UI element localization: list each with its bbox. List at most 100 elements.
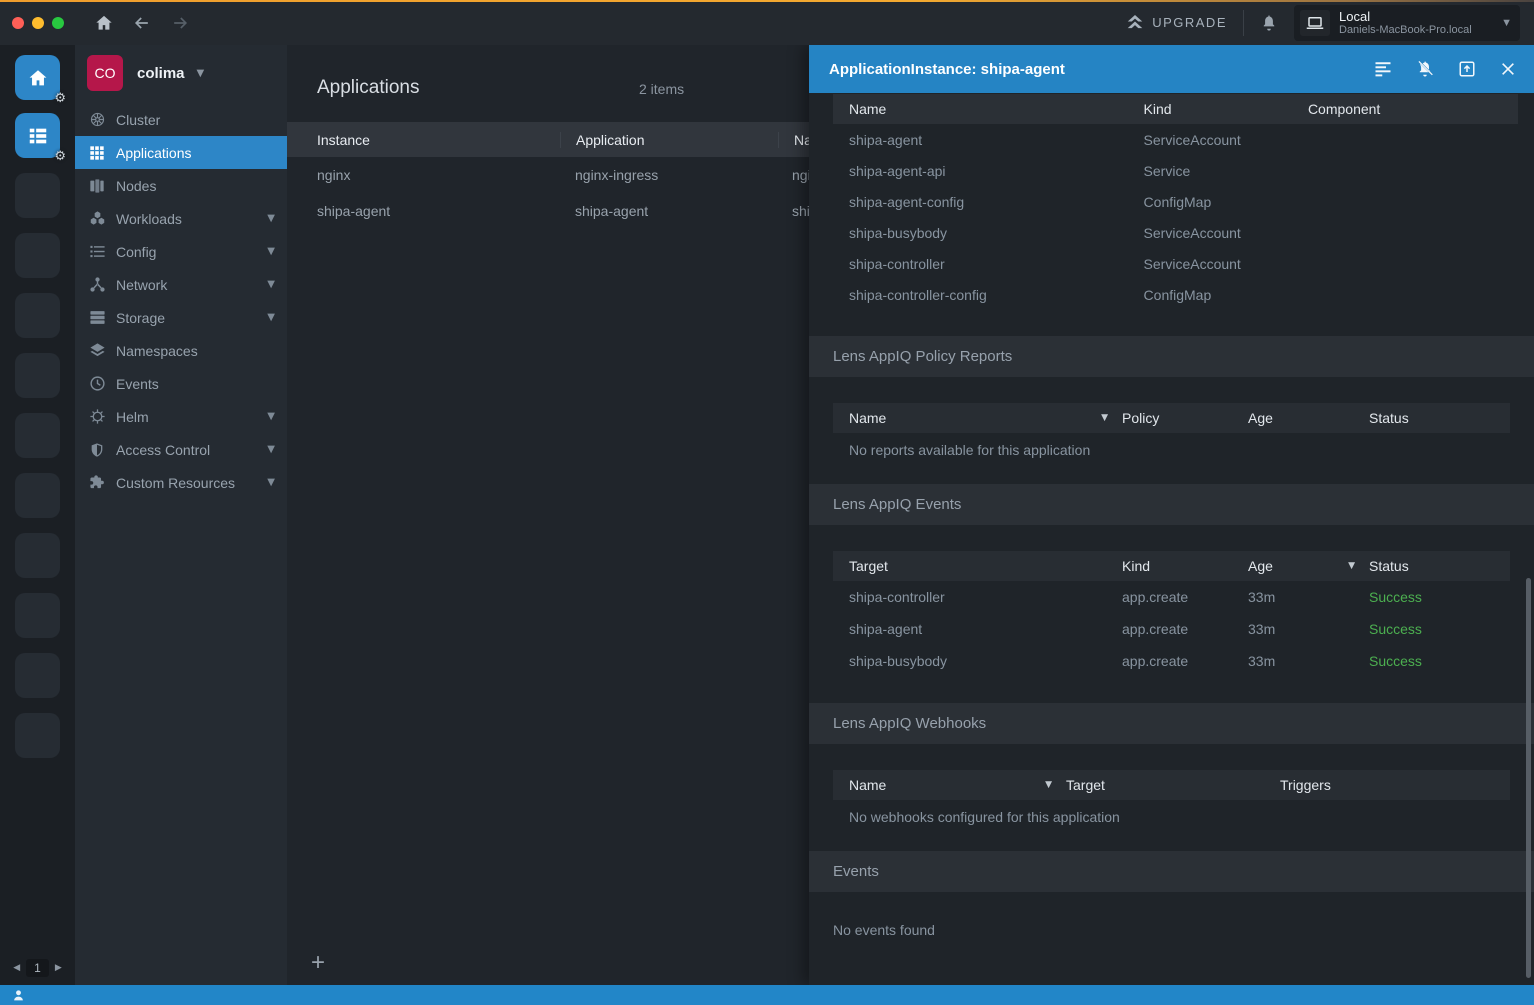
network-icon (88, 276, 106, 294)
table-row[interactable]: shipa-controller-config ConfigMap (833, 279, 1518, 310)
page-prev-icon[interactable]: ◀ (13, 963, 20, 973)
scrollbar-thumb[interactable] (1526, 578, 1531, 978)
cell-instance: nginx (287, 167, 560, 183)
sidebar-item-storage[interactable]: Storage ▼ (75, 301, 287, 334)
cell-name: shipa-agent-api (833, 163, 1144, 179)
sidebar-item-label: Cluster (116, 112, 160, 128)
sidebar-item-custom-resources[interactable]: Custom Resources ▼ (75, 466, 287, 499)
hotbar-empty-slot[interactable] (15, 593, 60, 638)
context-title: Local (1339, 9, 1472, 24)
puzzle-icon (88, 474, 106, 492)
column-name[interactable]: Name ▼ (833, 410, 1122, 426)
chevron-down-icon: ▼ (267, 279, 275, 290)
empty-state: No reports available for this applicatio… (833, 433, 1510, 458)
hotbar-empty-slot[interactable] (15, 473, 60, 518)
page-number: 1 (26, 959, 49, 977)
drawer-header: ApplicationInstance: shipa-agent (809, 45, 1534, 93)
forward-icon[interactable] (170, 13, 190, 33)
column-application[interactable]: Application (560, 132, 778, 148)
cell-application: shipa-agent (560, 203, 777, 219)
close-window-button[interactable] (12, 17, 24, 29)
column-age[interactable]: Age ▼ (1248, 558, 1369, 574)
grid-icon (88, 144, 106, 162)
sidebar-item-namespaces[interactable]: Namespaces (75, 334, 287, 367)
hotbar-item-cluster[interactable]: ⚙ (15, 113, 60, 158)
hotbar-empty-slot[interactable] (15, 233, 60, 278)
column-target[interactable]: Target (833, 558, 1122, 574)
hotbar-empty-slot[interactable] (15, 653, 60, 698)
items-count: 2 items (639, 81, 684, 97)
cell-kind: ServiceAccount (1144, 256, 1308, 272)
resources-table-header: Name Kind Component (833, 94, 1518, 124)
status-badge: Success (1369, 653, 1510, 669)
zoom-window-button[interactable] (52, 17, 64, 29)
sidebar-item-helm[interactable]: Helm ▼ (75, 400, 287, 433)
sidebar-item-nodes[interactable]: Nodes (75, 169, 287, 202)
close-icon[interactable] (1500, 61, 1516, 77)
column-instance[interactable]: Instance (287, 132, 560, 148)
home-icon (27, 67, 49, 89)
user-icon[interactable] (12, 989, 25, 1002)
page-next-icon[interactable]: ▶ (55, 963, 62, 973)
chevron-down-icon: ▼ (267, 312, 275, 323)
table-row[interactable]: shipa-agent-config ConfigMap (833, 186, 1518, 217)
webhooks-table: Name ▼ Target Triggers No webhooks confi… (833, 770, 1510, 825)
sidebar-item-cluster[interactable]: Cluster (75, 103, 287, 136)
sidebar-item-label: Access Control (116, 442, 210, 458)
hotbar-item-catalog[interactable]: ⚙ (15, 55, 60, 100)
hotbar-empty-slot[interactable] (15, 713, 60, 758)
table-row[interactable]: shipa-agent app.create 33m Success (833, 613, 1510, 645)
table-row[interactable]: shipa-busybody app.create 33m Success (833, 645, 1510, 677)
sidebar-item-network[interactable]: Network ▼ (75, 268, 287, 301)
catalog-context-selector[interactable]: Local Daniels-MacBook-Pro.local ▼ (1294, 5, 1520, 41)
nodes-icon (88, 177, 106, 195)
open-in-window-icon[interactable] (1458, 60, 1476, 78)
table-row[interactable]: shipa-agent-api Service (833, 155, 1518, 186)
sidebar-item-workloads[interactable]: Workloads ▼ (75, 202, 287, 235)
back-icon[interactable] (132, 13, 152, 33)
minimize-window-button[interactable] (32, 17, 44, 29)
cluster-switcher[interactable]: CO colima ▼ (75, 45, 287, 101)
appiq-events-table: Target Kind Age ▼ Status shipa-controlle… (833, 551, 1510, 677)
cell-instance: shipa-agent (287, 203, 560, 219)
column-kind[interactable]: Kind (1122, 558, 1248, 574)
hotbar-empty-slot[interactable] (15, 533, 60, 578)
sidebar-item-access-control[interactable]: Access Control ▼ (75, 433, 287, 466)
column-kind[interactable]: Kind (1144, 101, 1308, 117)
table-row[interactable]: shipa-controller app.create 33m Success (833, 581, 1510, 613)
chevron-down-icon: ▼ (267, 444, 275, 455)
cell-age: 33m (1248, 621, 1369, 637)
column-age[interactable]: Age (1248, 410, 1369, 426)
status-badge: Success (1369, 589, 1510, 605)
upgrade-button[interactable]: UPGRADE (1126, 15, 1227, 31)
column-status[interactable]: Status (1369, 410, 1510, 426)
column-component[interactable]: Component (1308, 101, 1518, 117)
bell-slash-icon[interactable] (1416, 60, 1434, 78)
column-name[interactable]: Name (833, 101, 1144, 117)
titlebar-separator (1243, 10, 1244, 36)
section-webhooks: Lens AppIQ Webhooks (809, 703, 1534, 744)
hotbar-empty-slot[interactable] (15, 173, 60, 218)
sidebar-item-label: Events (116, 376, 159, 392)
add-tab-button[interactable]: + (311, 951, 325, 975)
sidebar-item-applications[interactable]: Applications (75, 136, 287, 169)
sidebar-item-config[interactable]: Config ▼ (75, 235, 287, 268)
hotbar-empty-slot[interactable] (15, 413, 60, 458)
hotbar-empty-slot[interactable] (15, 353, 60, 398)
column-target[interactable]: Target (1066, 777, 1280, 793)
table-row[interactable]: shipa-controller ServiceAccount (833, 248, 1518, 279)
table-row[interactable]: shipa-busybody ServiceAccount (833, 217, 1518, 248)
column-name[interactable]: Name ▼ (833, 777, 1066, 793)
home-icon[interactable] (94, 13, 114, 33)
column-policy[interactable]: Policy (1122, 410, 1248, 426)
hotbar-empty-slot[interactable] (15, 293, 60, 338)
sidebar-item-events[interactable]: Events (75, 367, 287, 400)
column-triggers[interactable]: Triggers (1280, 777, 1510, 793)
column-status[interactable]: Status (1369, 558, 1510, 574)
toggle-details-icon[interactable] (1374, 61, 1392, 77)
table-row[interactable]: shipa-agent ServiceAccount (833, 124, 1518, 155)
cell-kind: ServiceAccount (1144, 225, 1308, 241)
cell-name: shipa-controller-config (833, 287, 1144, 303)
cell-age: 33m (1248, 589, 1369, 605)
notifications-bell-icon[interactable] (1260, 14, 1278, 32)
